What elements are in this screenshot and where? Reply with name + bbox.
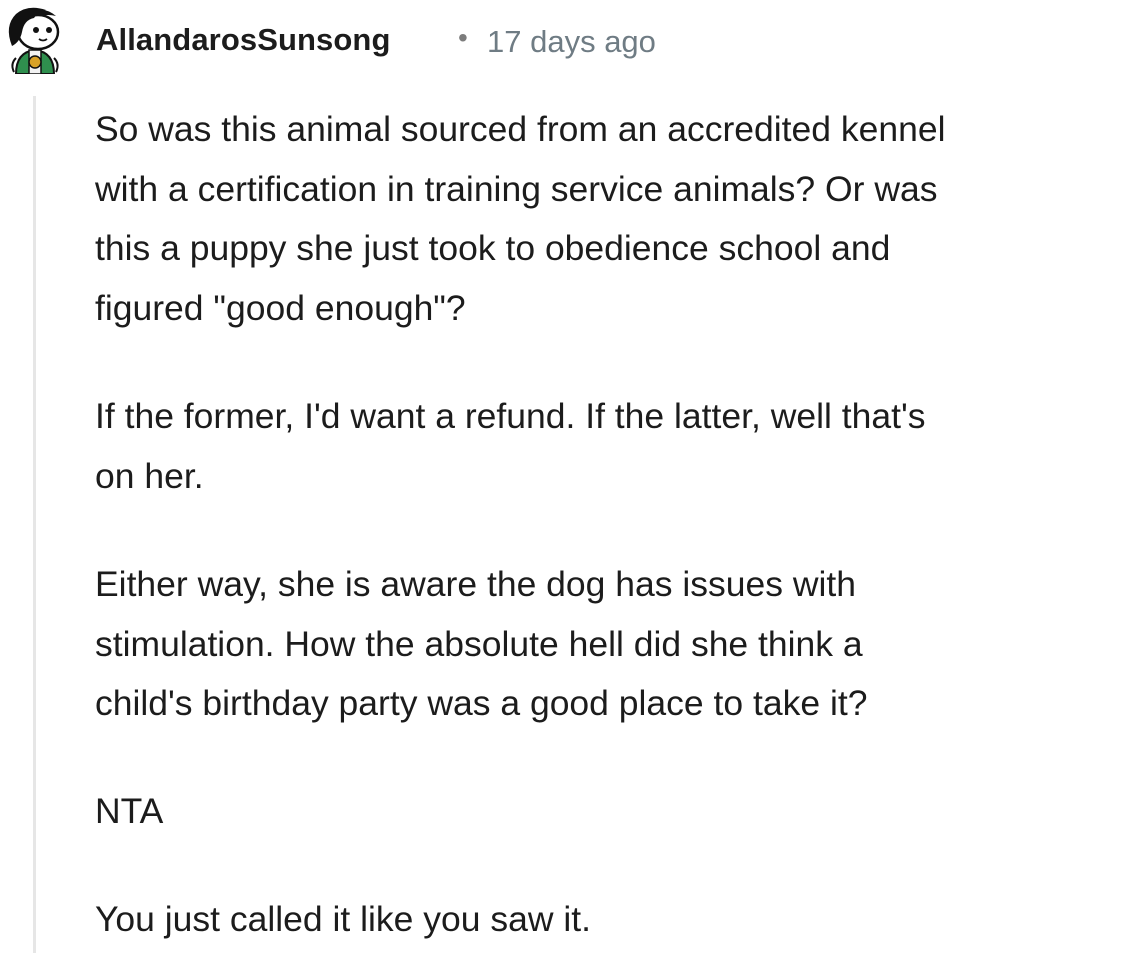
text-line: stimulation. How the absolute hell did s… [95,623,863,664]
comment: AllandarosSunsong • 17 days ago So was t… [0,0,1145,953]
username-link[interactable]: AllandarosSunsong [96,22,391,58]
text-line: You just called it like you saw it. [95,899,591,939]
text-line: figured "good enough"? [95,287,466,328]
meta-separator: • [458,22,468,53]
paragraph: Either way, she is aware the dog has iss… [95,555,867,734]
paragraph: You just called it like you saw it. [95,890,591,950]
comment-header: AllandarosSunsong • 17 days ago [0,0,1145,80]
text-line: So was this animal sourced from an accre… [95,109,946,149]
text-line: this a puppy she just took to obedience … [95,228,891,268]
snoo-avatar-icon [8,7,60,75]
text-line: on her. [95,455,204,496]
paragraph: So was this animal sourced from an accre… [95,100,945,338]
text-line: Either way, she is aware the dog has iss… [95,564,856,604]
timestamp[interactable]: 17 days ago [487,24,656,60]
paragraph: NTA [95,782,163,842]
text-line: If the former, I'd want a refund. If the… [95,396,926,436]
paragraph: If the former, I'd want a refund. If the… [95,387,925,506]
thread-collapse-line[interactable] [33,96,36,953]
text-line: child's birthday party was a good place … [95,683,868,723]
text-line: with a certification in training service… [95,168,938,209]
avatar[interactable] [2,2,68,75]
text-line: NTA [95,791,164,831]
